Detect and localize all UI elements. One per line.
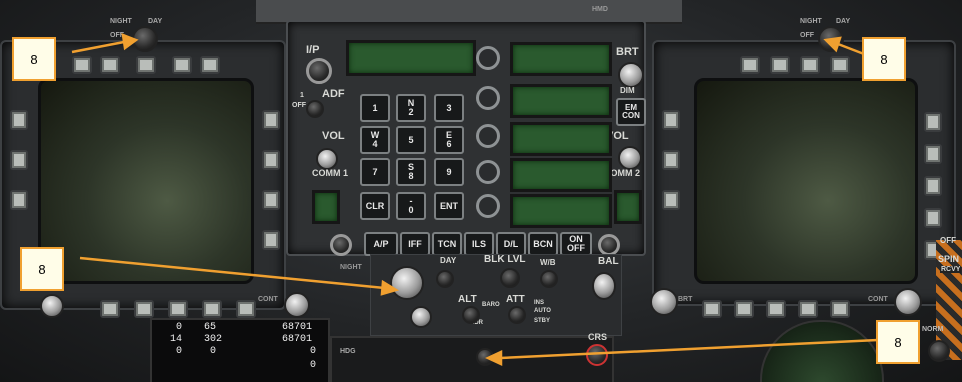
cockpit-panel: HMD NIGHT DAY OFF CONT NIGHT DAY OFF CON… xyxy=(0,0,962,382)
callout-arrow-4-head xyxy=(485,350,503,366)
callout-arrow-2-head xyxy=(823,36,842,53)
callout-label-3-text: 8 xyxy=(38,261,46,277)
callout-arrow-2-line xyxy=(837,42,865,56)
callout-label-2-text: 8 xyxy=(880,51,888,67)
callout-label-4: 8 xyxy=(876,320,920,364)
callout-arrow-3-head xyxy=(380,279,400,296)
callout-arrow-1-line xyxy=(71,40,125,54)
callout-label-4-text: 8 xyxy=(894,334,902,350)
callout-arrow-1-head xyxy=(121,33,139,51)
callout-arrow-3-line xyxy=(79,256,385,290)
callout-arrow-4-line xyxy=(499,338,879,360)
callout-label-1: 8 xyxy=(12,37,56,81)
callout-label-1-text: 8 xyxy=(30,51,38,67)
callout-label-3: 8 xyxy=(20,247,64,291)
callout-label-2: 8 xyxy=(862,37,906,81)
callout-arrows xyxy=(71,33,879,366)
